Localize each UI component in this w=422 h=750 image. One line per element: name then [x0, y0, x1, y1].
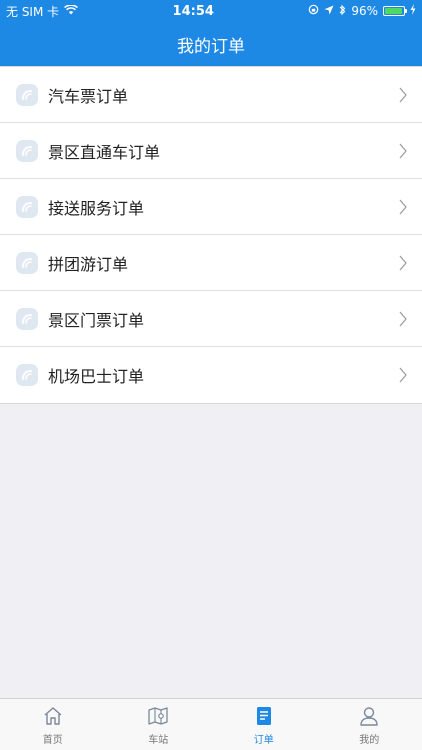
page-title: 我的订单 [177, 36, 245, 57]
chevron-right-icon [398, 198, 408, 216]
order-item-label: 景区直通车订单 [48, 142, 161, 162]
order-item-scenic-ticket[interactable]: 景区门票订单 [0, 291, 422, 347]
carrier-label: 无 SIM 卡 [6, 4, 60, 19]
order-type-icon [16, 251, 38, 274]
chevron-right-icon [398, 142, 408, 160]
order-item-airport-bus[interactable]: 机场巴士订单 [0, 347, 422, 403]
tab-label: 订单 [253, 734, 274, 746]
battery-icon [382, 6, 407, 16]
order-item-transfer-service[interactable]: 接送服务订单 [0, 179, 422, 235]
order-item-scenic-shuttle[interactable]: 景区直通车订单 [0, 123, 422, 179]
nav-bar: 我的订单 [0, 22, 422, 66]
location-icon [324, 4, 334, 18]
chevron-right-icon [398, 86, 408, 104]
order-item-label: 机场巴士订单 [48, 367, 145, 386]
order-item-group-tour[interactable]: 拼团游订单 [0, 235, 422, 291]
chevron-right-icon [398, 310, 408, 328]
order-item-bus-ticket[interactable]: 汽车票订单 [0, 67, 422, 123]
chevron-right-icon [398, 254, 408, 272]
order-item-label: 景区门票订单 [48, 310, 145, 330]
tab-label: 我的 [359, 734, 380, 746]
order-item-label: 接送服务订单 [48, 198, 145, 218]
order-list: 汽车票订单 景区直通车订单 接送服务订单 拼团游订单 景区门票订单 机场巴士订单 [0, 66, 422, 404]
wifi-icon [64, 4, 79, 18]
tab-home[interactable]: 首页 [0, 699, 106, 750]
order-item-label: 拼团游订单 [48, 254, 129, 274]
order-type-icon [16, 83, 38, 106]
battery-percent: 96% [351, 4, 378, 18]
tab-profile[interactable]: 我的 [317, 699, 422, 750]
user-icon [357, 704, 381, 728]
bluetooth-icon [339, 4, 346, 19]
order-type-icon [16, 139, 38, 162]
tab-bar: 首页 车站 订单 我的 [0, 698, 422, 750]
status-bar: 无 SIM 卡 14:54 96% [0, 0, 422, 22]
tab-station[interactable]: 车站 [106, 699, 212, 750]
tab-label: 车站 [148, 734, 169, 746]
clock: 14:54 [172, 3, 214, 19]
rotation-lock-icon [308, 4, 319, 18]
tab-orders[interactable]: 订单 [211, 699, 317, 750]
chevron-right-icon [398, 366, 408, 384]
order-type-icon [16, 195, 38, 218]
charging-icon [410, 4, 416, 18]
order-type-icon [16, 307, 38, 330]
order-icon [252, 704, 276, 728]
home-icon [41, 704, 65, 728]
map-icon [146, 704, 170, 728]
order-item-label: 汽车票订单 [48, 86, 129, 106]
order-type-icon [16, 364, 38, 386]
tab-label: 首页 [42, 734, 63, 746]
